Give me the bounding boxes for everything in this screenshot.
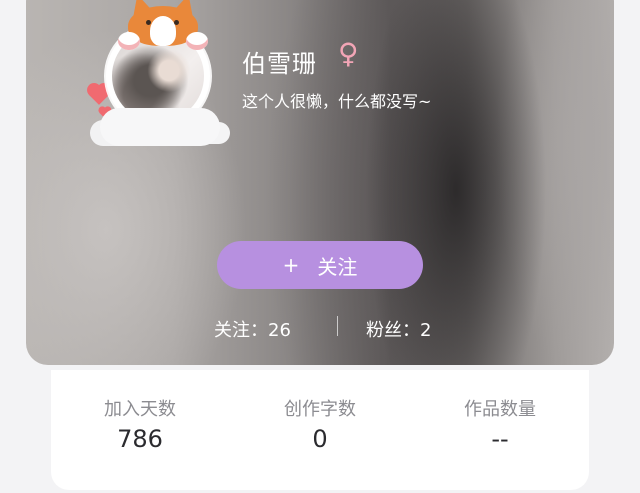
user-name: 伯雪珊 <box>242 50 317 78</box>
summary-value: -- <box>491 425 509 453</box>
summary-item-word-count: 创作字数 0 <box>240 398 400 454</box>
summary-value: 786 <box>117 425 163 453</box>
corgi-right-paw-icon <box>186 32 208 50</box>
summary-label: 创作字数 <box>284 399 356 420</box>
corgi-right-eye-icon <box>174 20 179 25</box>
corgi-icon <box>118 0 208 50</box>
follow-button[interactable]: + 关注 <box>217 241 423 289</box>
corgi-left-paw-icon <box>118 32 140 50</box>
corgi-left-eye-icon <box>146 20 151 25</box>
summary-item-join-days: 加入天数 786 <box>60 398 220 454</box>
profile-header-card: 伯雪珊 ♀ 这个人很懒，什么都没写~ + 关注 关注：26 粉丝：2 <box>26 0 614 365</box>
avatar-frame[interactable] <box>89 0 232 160</box>
fans-count[interactable]: 粉丝：2 <box>366 316 431 342</box>
summary-label: 作品数量 <box>464 399 536 420</box>
summary-item-work-count: 作品数量 -- <box>420 398 580 454</box>
user-bio: 这个人很懒，什么都没写~ <box>242 92 432 111</box>
following-count[interactable]: 关注：26 <box>214 316 291 342</box>
cloud-decoration <box>100 108 220 146</box>
heart-icon <box>89 85 109 105</box>
summary-label: 加入天数 <box>104 399 176 420</box>
stat-divider <box>337 316 338 336</box>
follow-button-label: 关注 <box>317 254 358 279</box>
summary-value: 0 <box>312 425 328 453</box>
profile-summary-card: 加入天数 786 创作字数 0 作品数量 -- <box>51 370 589 490</box>
female-symbol-icon: ♀ <box>338 37 359 70</box>
plus-icon: + <box>282 253 300 277</box>
